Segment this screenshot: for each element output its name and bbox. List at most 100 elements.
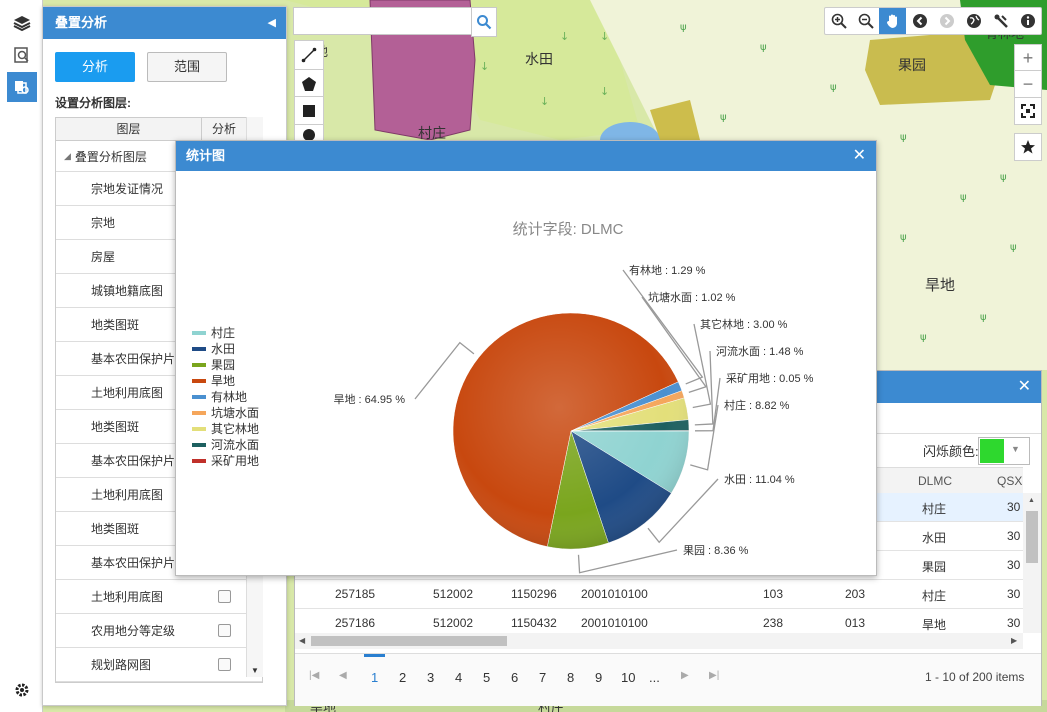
svg-text:ψ: ψ: [1000, 172, 1007, 183]
legend-entry[interactable]: 有林地: [211, 390, 247, 404]
search-icon: [477, 15, 492, 30]
page-button[interactable]: 10: [621, 670, 635, 685]
zoom-out-button[interactable]: −: [1014, 70, 1042, 98]
cell-c3: 1150296: [511, 587, 557, 601]
back-icon[interactable]: [906, 8, 933, 34]
slice-label: 坑塘水面 : 1.02 %: [648, 290, 736, 304]
cell-dlmc: 村庄: [922, 502, 947, 516]
scroll-up-icon[interactable]: ▲: [1028, 497, 1035, 504]
flash-color-picker[interactable]: ▼: [978, 437, 1030, 465]
zoom-in-button[interactable]: +: [1014, 44, 1042, 72]
svg-text:↓: ↓: [540, 95, 549, 108]
close-icon[interactable]: ✕: [853, 141, 866, 171]
group-label: 叠置分析图层: [74, 149, 147, 164]
page-button[interactable]: 4: [455, 670, 462, 685]
query-icon[interactable]: [7, 40, 37, 70]
star-icon: [1021, 140, 1035, 154]
next-page-icon[interactable]: ▶: [681, 670, 689, 681]
overlay-analysis-icon[interactable]: [7, 72, 37, 102]
map-label: 旱地: [925, 277, 955, 294]
legend-entry[interactable]: 旱地: [211, 374, 235, 388]
page-button[interactable]: 1: [364, 654, 386, 685]
scroll-thumb[interactable]: [1026, 511, 1038, 563]
table-row[interactable]: 257185 512002 1150296 2001010100 103 203 村庄 30: [295, 580, 1023, 609]
gear-icon[interactable]: [7, 675, 37, 705]
col-dlmc: DLMC: [918, 474, 953, 488]
expand-icon[interactable]: ◢: [56, 151, 71, 162]
vertical-scrollbar[interactable]: ▲: [1023, 493, 1041, 633]
slice-label: 村庄 : 8.82 %: [724, 398, 790, 412]
layer-row[interactable]: 规划路网图: [56, 648, 262, 682]
legend-swatch: [192, 347, 206, 351]
page-button[interactable]: 9: [595, 670, 602, 685]
statistics-dialog: 统计图 ✕ 统计字段: DLMC 村庄 : 8.82 % 水田 : 11.04 %…: [175, 140, 877, 576]
globe-icon[interactable]: [960, 8, 987, 34]
full-extent-button[interactable]: [1014, 97, 1042, 125]
scroll-down-icon[interactable]: ▼: [251, 666, 259, 675]
info-icon[interactable]: [1014, 8, 1041, 34]
legend-entry[interactable]: 其它林地: [211, 421, 259, 436]
range-button[interactable]: 范围: [147, 52, 227, 82]
collapse-icon[interactable]: ◀: [268, 7, 276, 39]
svg-text:ψ: ψ: [680, 22, 687, 33]
page-button[interactable]: 3: [427, 670, 434, 685]
legend-entry[interactable]: 河流水面: [211, 438, 259, 452]
legend-entry[interactable]: 水田: [211, 342, 235, 356]
scroll-right-icon[interactable]: ▶: [1011, 636, 1017, 645]
scroll-thumb[interactable]: [311, 636, 507, 646]
page-button[interactable]: ...: [649, 670, 660, 685]
search-button[interactable]: [471, 7, 497, 37]
dialog-header: 统计图 ✕: [176, 141, 876, 171]
page-button[interactable]: 6: [511, 670, 518, 685]
bookmark-button[interactable]: [1014, 133, 1042, 161]
zoom-out-icon[interactable]: [852, 8, 879, 34]
chevron-down-icon: ▼: [1011, 444, 1020, 454]
left-rail: [0, 0, 43, 712]
draw-rectangle-tool[interactable]: [294, 96, 324, 126]
svg-text:ψ: ψ: [900, 132, 907, 143]
legend-entry[interactable]: 村庄: [211, 325, 235, 340]
scroll-left-icon[interactable]: ◀: [299, 636, 305, 645]
leader-line: [690, 404, 719, 471]
draw-line-tool[interactable]: [294, 40, 324, 70]
col-layer: 图层: [116, 122, 141, 136]
layer-checkbox[interactable]: [218, 624, 231, 637]
layers-icon[interactable]: [7, 8, 37, 38]
polygon-icon: [302, 77, 316, 91]
page-info: 1 - 10 of 200 items: [925, 670, 1025, 684]
cell-c3: 1150432: [511, 616, 557, 630]
forward-icon[interactable]: [933, 8, 960, 34]
layer-checkbox[interactable]: [218, 590, 231, 603]
svg-text:ψ: ψ: [960, 192, 967, 203]
page-button[interactable]: 8: [567, 670, 574, 685]
close-icon[interactable]: ✕: [1018, 371, 1031, 403]
cell-dlmc: 果园: [922, 560, 947, 574]
panel-title: 叠置分析: [55, 15, 108, 30]
map-label: 水田: [525, 51, 553, 67]
cell-c4: 2001010100: [581, 587, 648, 601]
page-button[interactable]: 5: [483, 670, 490, 685]
legend-swatch: [192, 363, 206, 367]
measure-icon[interactable]: [987, 8, 1014, 34]
last-page-icon[interactable]: ▶|: [709, 670, 719, 681]
pan-hand-icon[interactable]: [879, 8, 906, 34]
page-button[interactable]: 2: [399, 670, 406, 685]
svg-text:ψ: ψ: [830, 82, 837, 93]
zoom-in-icon[interactable]: [825, 8, 852, 34]
first-page-icon[interactable]: |◀: [309, 670, 319, 681]
page-button[interactable]: 7: [539, 670, 546, 685]
cell-c1: 257186: [335, 616, 376, 630]
search-input[interactable]: [293, 7, 473, 35]
legend-entry[interactable]: 果园: [211, 358, 235, 372]
analyze-button[interactable]: 分析: [55, 52, 135, 82]
layer-row[interactable]: 土地利用底图: [56, 580, 262, 614]
legend-entry[interactable]: 坑塘水面: [211, 405, 259, 420]
rectangle-icon: [303, 105, 315, 117]
prev-page-icon[interactable]: ◀: [339, 670, 347, 681]
layer-checkbox[interactable]: [218, 658, 231, 671]
draw-polygon-tool[interactable]: [294, 69, 324, 99]
legend-entry[interactable]: 采矿用地: [211, 454, 259, 468]
cell-qsx: 30: [1007, 587, 1021, 601]
horizontal-scrollbar[interactable]: ◀ ▶: [295, 633, 1023, 649]
layer-row[interactable]: 农用地分等定级: [56, 614, 262, 648]
